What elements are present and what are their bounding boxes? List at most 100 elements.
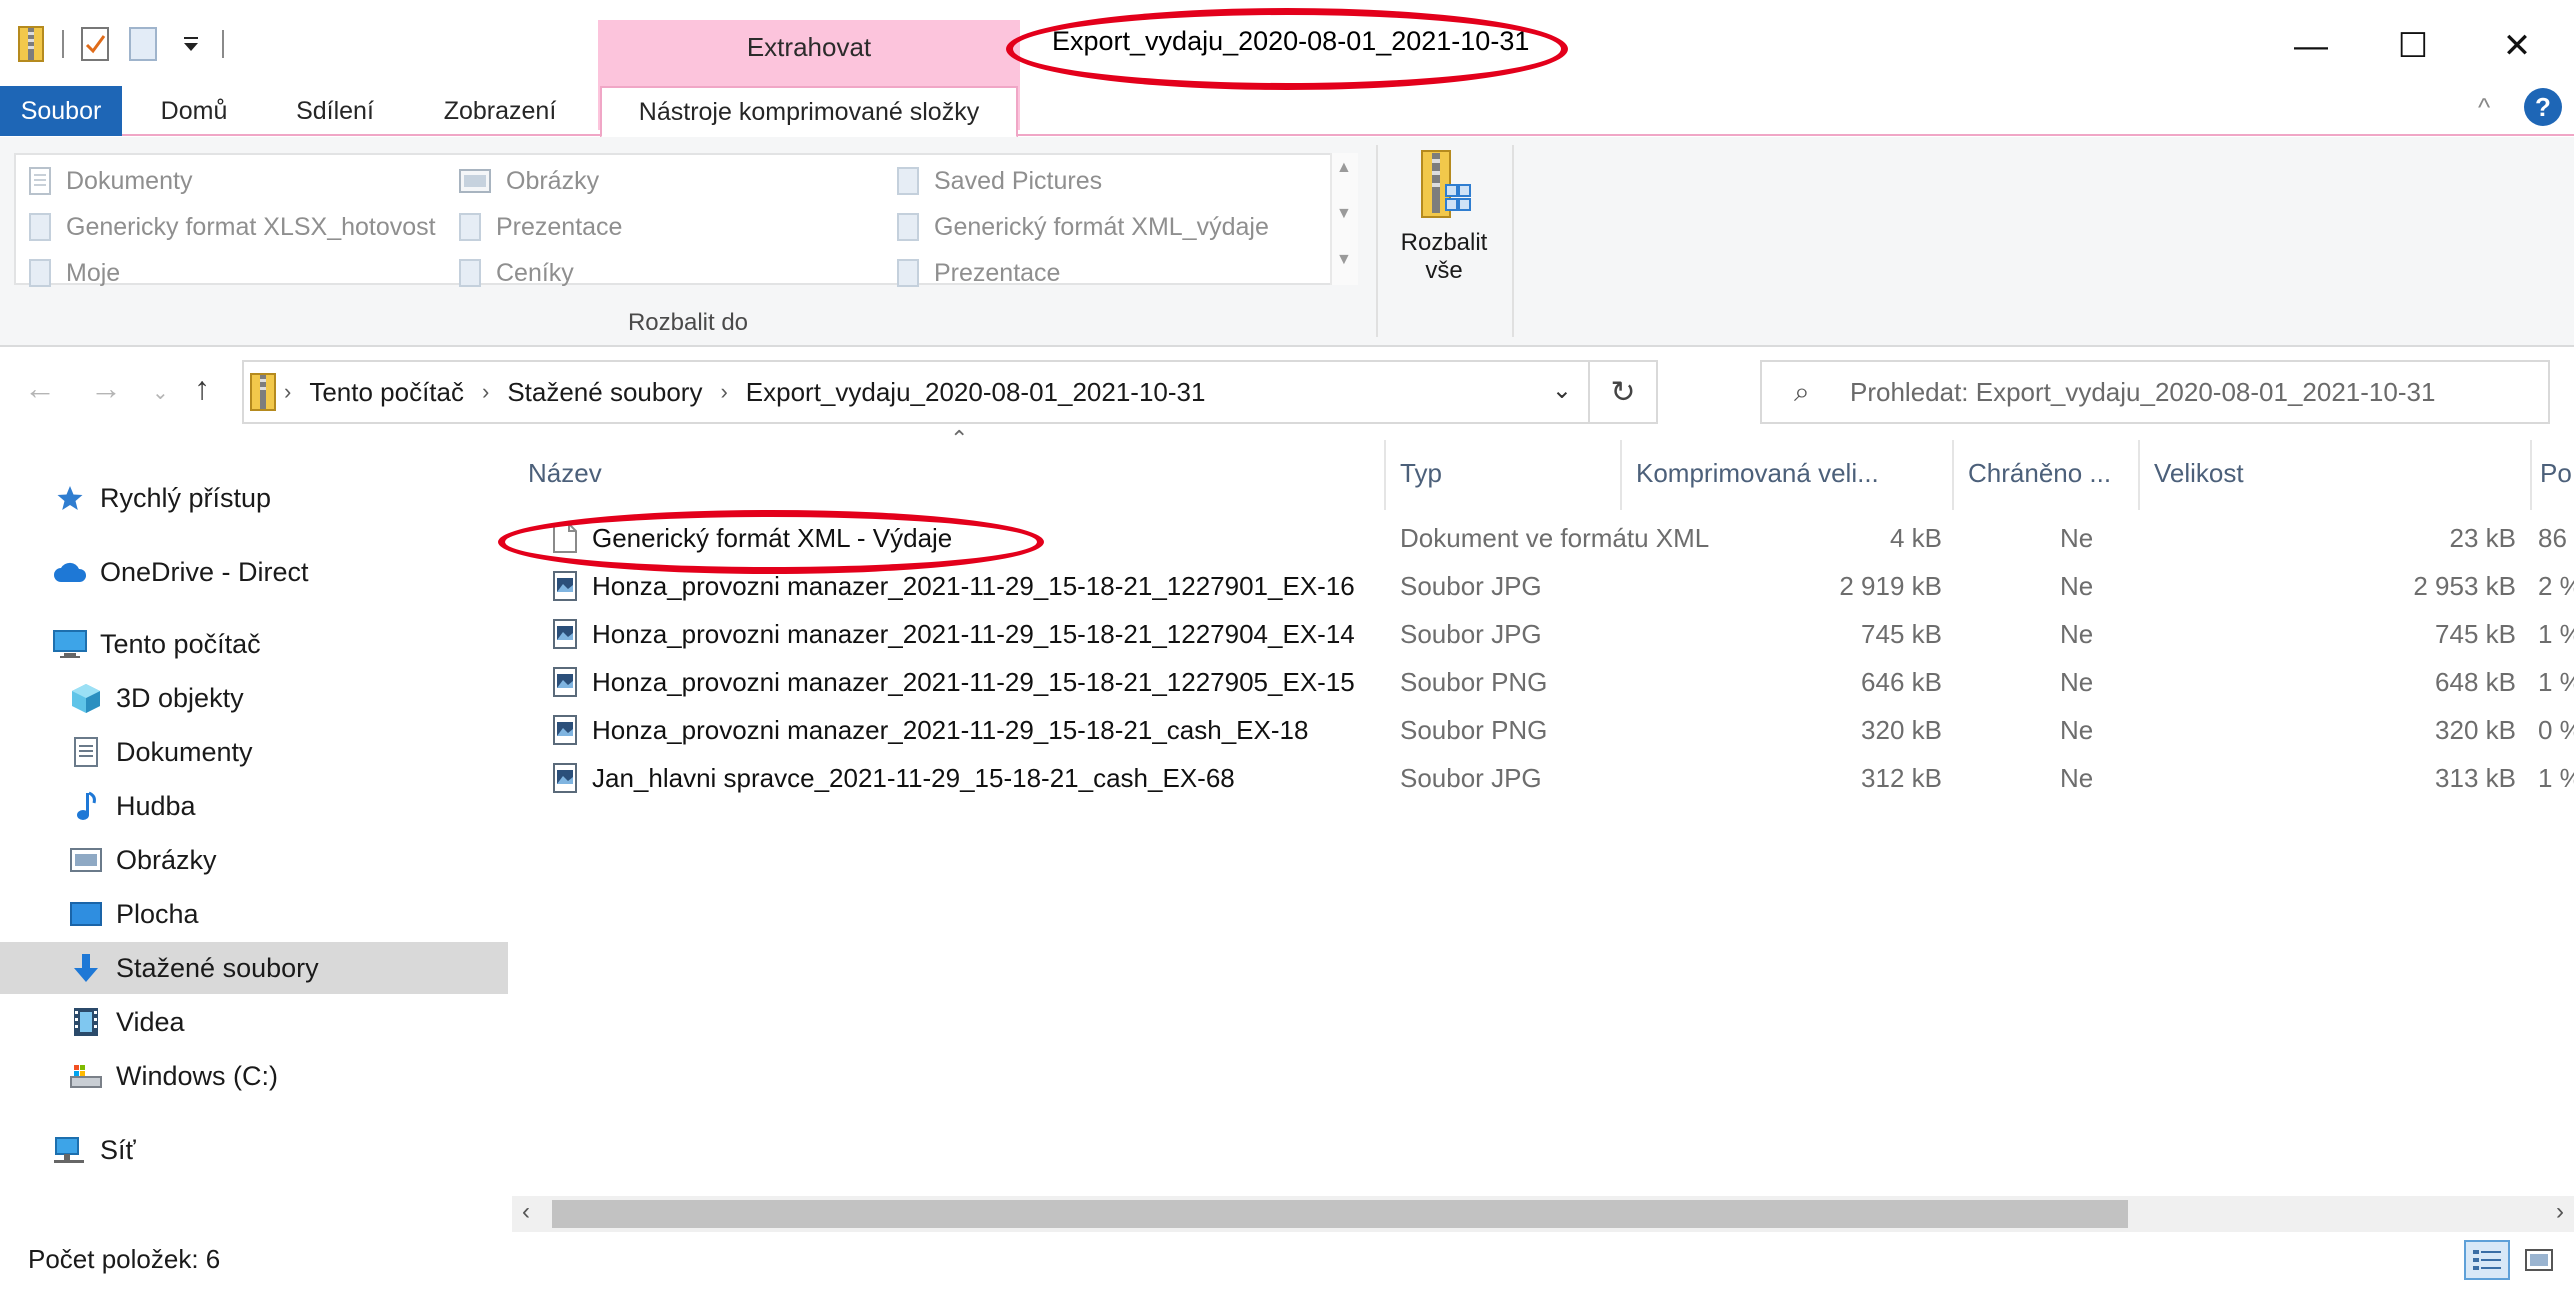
nav-item-onedrive[interactable]: OneDrive - Direct	[0, 546, 508, 598]
extract-to-item-label: Dokumenty	[66, 166, 193, 195]
tab-compressed-folder-tools[interactable]: Nástroje komprimované složky	[600, 86, 1018, 138]
extract-to-item[interactable]: Moje	[28, 253, 120, 293]
file-ratio: 0 %	[2538, 714, 2574, 745]
scroll-right-icon[interactable]: ›	[2556, 1198, 2564, 1226]
extract-to-item[interactable]: Obrázky	[458, 161, 599, 201]
address-dropdown-icon[interactable]: ⌄	[1552, 376, 1572, 405]
properties-icon[interactable]	[78, 24, 112, 64]
scroll-left-icon[interactable]: ‹	[522, 1198, 530, 1226]
nav-item-network[interactable]: Síť	[0, 1124, 508, 1176]
nav-item-windows-drive[interactable]: Windows (C:)	[0, 1050, 508, 1102]
horizontal-scrollbar[interactable]: ‹ ›	[512, 1196, 2574, 1232]
chevron-right-icon[interactable]: ›	[482, 379, 489, 405]
extract-all-button[interactable]: Rozbalit vše	[1384, 147, 1504, 337]
file-ratio: 1 %	[2538, 762, 2574, 793]
gallery-expand-icon[interactable]: ▼	[1336, 251, 1352, 269]
file-row[interactable]: Honza_provozni manazer_2021-11-29_15-18-…	[512, 706, 2574, 754]
column-header-size[interactable]: Velikost	[2138, 438, 2530, 508]
file-type: Soubor JPG	[1400, 618, 1542, 649]
cube-icon	[66, 678, 106, 718]
nav-item-this-pc[interactable]: Tento počítač	[0, 618, 508, 670]
extract-to-item[interactable]: Ceníky	[458, 253, 574, 293]
tab-file[interactable]: Soubor	[0, 86, 122, 136]
nav-item-downloads[interactable]: Stažené soubory	[0, 942, 508, 994]
nav-item-quick-access[interactable]: Rychlý přístup	[0, 472, 508, 524]
file-size: 2 953 kB	[2413, 570, 2516, 601]
chevron-right-icon[interactable]: ›	[720, 379, 727, 405]
nav-item-music[interactable]: Hudba	[0, 780, 508, 832]
folder-icon	[29, 213, 51, 241]
column-header-name[interactable]: Název	[512, 438, 1384, 508]
customize-toolbar-icon[interactable]	[174, 24, 208, 64]
tab-share[interactable]: Sdílení	[270, 86, 400, 136]
tab-home[interactable]: Domů	[130, 86, 258, 136]
chevron-up-icon[interactable]: ▲	[1336, 159, 1352, 177]
extract-all-label: Rozbalit vše	[1400, 229, 1488, 284]
back-arrow-icon[interactable]: ←	[24, 370, 56, 407]
nav-item-desktop[interactable]: Plocha	[0, 888, 508, 940]
column-header-ratio[interactable]: Po	[2530, 438, 2574, 508]
close-button[interactable]: ✕	[2472, 18, 2562, 74]
file-row[interactable]: Jan_hlavni spravce_2021-11-29_15-18-21_c…	[512, 754, 2574, 802]
column-header-compressed-size[interactable]: Komprimovaná veli...	[1620, 438, 1952, 508]
extract-to-item-label: Obrázky	[506, 166, 600, 195]
documents-icon	[29, 167, 51, 195]
file-row[interactable]: Honza_provozni manazer_2021-11-29_15-18-…	[512, 610, 2574, 658]
tab-view[interactable]: Zobrazení	[420, 86, 580, 136]
large-icons-view-button[interactable]	[2516, 1240, 2562, 1280]
file-protected: Ne	[2060, 522, 2094, 553]
nav-item-videos[interactable]: Videa	[0, 996, 508, 1048]
forward-arrow-icon[interactable]: →	[90, 370, 122, 407]
cloud-icon	[50, 552, 90, 592]
file-protected: Ne	[2060, 570, 2094, 601]
extract-to-item-label: Genericky format XLSX_hotovost	[66, 212, 436, 241]
file-name: Honza_provozni manazer_2021-11-29_15-18-…	[592, 666, 1355, 697]
help-icon[interactable]: ?	[2524, 88, 2562, 126]
zip-folder-icon[interactable]	[14, 24, 48, 64]
file-row[interactable]: Honza_provozni manazer_2021-11-29_15-18-…	[512, 658, 2574, 706]
extract-to-item-label: Saved Pictures	[934, 166, 1103, 195]
folder-icon	[897, 167, 919, 195]
search-icon: ⌕	[1794, 375, 1810, 407]
breadcrumb-item[interactable]: Export_vydaju_2020-08-01_2021-10-31	[746, 377, 1206, 408]
nav-item-pictures[interactable]: Obrázky	[0, 834, 508, 886]
column-header-type[interactable]: Typ	[1384, 438, 1620, 508]
extract-to-item[interactable]: Generický formát XML_výdaje	[896, 207, 1269, 247]
file-compressed-size: 320 kB	[1861, 714, 1942, 745]
chevron-right-icon[interactable]: ›	[284, 379, 291, 405]
column-header-protected[interactable]: Chráněno ...	[1952, 438, 2138, 508]
new-folder-icon[interactable]	[126, 24, 160, 64]
scrollbar-thumb[interactable]	[552, 1200, 2128, 1228]
extract-to-item[interactable]: Genericky format XLSX_hotovost	[28, 207, 436, 247]
nav-item-documents[interactable]: Dokumenty	[0, 726, 508, 778]
extract-to-item[interactable]: Dokumenty	[28, 161, 192, 201]
image-file-icon	[553, 571, 577, 601]
collapse-ribbon-icon[interactable]: ^	[2478, 92, 2490, 123]
file-ratio: 86	[2538, 522, 2567, 553]
maximize-button[interactable]: ☐	[2368, 18, 2458, 74]
up-arrow-icon[interactable]: ↑	[194, 370, 210, 407]
ribbon-separator	[1512, 145, 1514, 337]
desktop-icon	[66, 894, 106, 934]
ribbon-tabs: Soubor Domů Sdílení Zobrazení Nástroje k…	[0, 86, 2574, 138]
file-type: Soubor PNG	[1400, 666, 1548, 697]
details-view-button[interactable]	[2464, 1240, 2510, 1280]
breadcrumb-item[interactable]: Tento počítač	[309, 377, 464, 408]
nav-item-3d-objects[interactable]: 3D objekty	[0, 672, 508, 724]
search-box[interactable]: ⌕ Prohledat: Export_vydaju_2020-08-01_20…	[1760, 360, 2550, 424]
folder-icon	[459, 259, 481, 287]
extract-to-item[interactable]: Saved Pictures	[896, 161, 1102, 201]
extract-to-item[interactable]: Prezentace	[896, 253, 1060, 293]
refresh-icon[interactable]: ↻	[1588, 360, 1656, 424]
breadcrumb-item[interactable]: Stažené soubory	[507, 377, 702, 408]
minimize-button[interactable]: —	[2266, 18, 2356, 74]
chevron-down-icon[interactable]: ▼	[1336, 205, 1352, 223]
address-bar[interactable]: › Tento počítač › Stažené soubory › Expo…	[242, 360, 1658, 424]
breadcrumb: › Tento počítač › Stažené soubory › Expo…	[284, 377, 1205, 408]
extract-to-item[interactable]: Prezentace	[458, 207, 622, 247]
file-size: 745 kB	[2435, 618, 2516, 649]
gallery-scrollbar[interactable]: ▲ ▼ ▼	[1330, 153, 1358, 285]
folder-icon	[459, 213, 481, 241]
file-compressed-size: 745 kB	[1861, 618, 1942, 649]
recent-locations-icon[interactable]: ⌄	[152, 380, 169, 405]
